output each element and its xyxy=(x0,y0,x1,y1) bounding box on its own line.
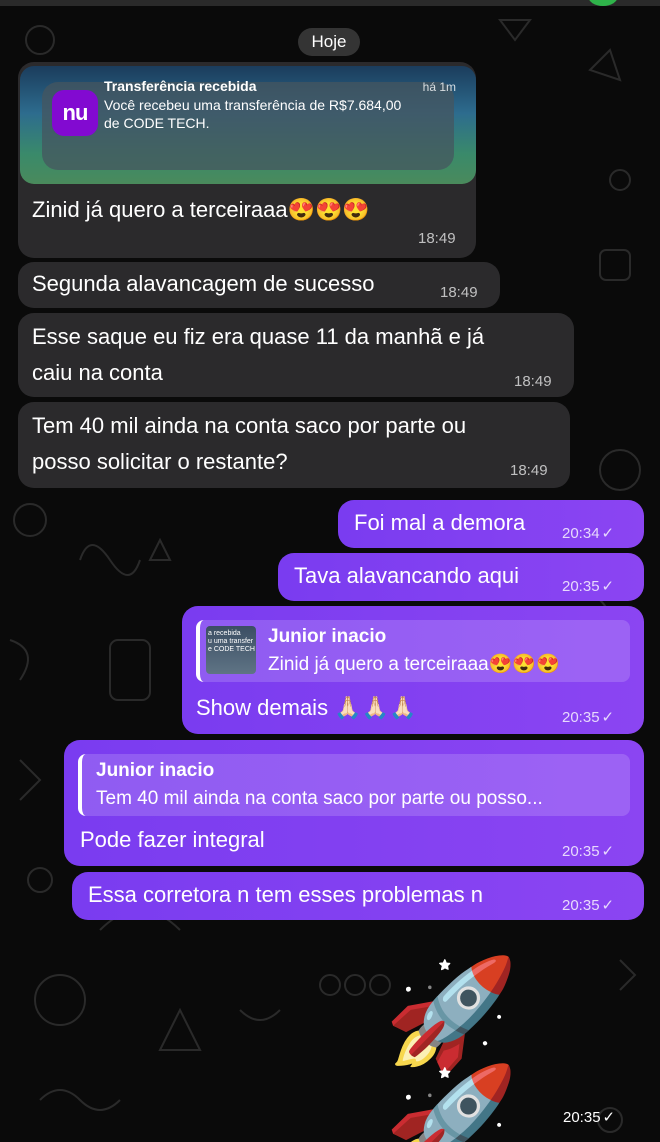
sent-check-icon: ✓ xyxy=(601,709,615,726)
message-time: 18:49 xyxy=(418,230,456,247)
message-text: Zinid já quero a terceiraaa😍😍😍 xyxy=(32,197,370,222)
reply-quote[interactable]: Junior inacio Tem 40 mil ainda na conta … xyxy=(78,754,630,816)
time-value: 20:34 xyxy=(562,525,600,542)
message-time: 18:49 xyxy=(510,462,548,479)
message-incoming[interactable]: Segunda alavancagem de sucesso 18:49 xyxy=(18,262,500,308)
message-time: 18:49 xyxy=(514,373,552,390)
status-strip xyxy=(0,0,660,6)
sent-check-icon: ✓ xyxy=(601,578,615,595)
message-text-line: posso solicitar o restante? xyxy=(32,449,288,474)
message-outgoing[interactable]: a recebida u uma transfer e CODE TECH Ju… xyxy=(182,606,644,734)
date-separator: Hoje xyxy=(298,28,360,56)
reply-text: Tem 40 mil ainda na conta saco por parte… xyxy=(96,788,543,809)
reply-thumbnail: a recebida u uma transfer e CODE TECH xyxy=(206,626,256,674)
message-text-line: Esse saque eu fiz era quase 11 da manhã … xyxy=(32,324,485,349)
message-outgoing[interactable]: Foi mal a demora 20:34 ✓ xyxy=(338,500,644,548)
message-time: 20:35 ✓ xyxy=(562,896,614,914)
message-text: Foi mal a demora xyxy=(354,510,526,535)
notification-time: há 1m xyxy=(422,80,456,94)
notification-title: Transferência recebida xyxy=(104,78,257,94)
message-text: Pode fazer integral xyxy=(80,827,265,852)
message-text: Essa corretora n tem esses problemas n xyxy=(88,882,483,907)
message-incoming[interactable]: Esse saque eu fiz era quase 11 da manhã … xyxy=(18,313,574,397)
message-text: Tava alavancando aqui xyxy=(294,563,520,588)
message-time: 20:35 ✓ xyxy=(562,708,614,726)
message-time: 20:35 ✓ xyxy=(563,1108,615,1126)
message-outgoing[interactable]: Junior inacio Tem 40 mil ainda na conta … xyxy=(64,740,644,866)
message-image[interactable]: nu Transferência recebida há 1m Você rec… xyxy=(20,66,476,184)
message-outgoing[interactable]: Essa corretora n tem esses problemas n 2… xyxy=(72,872,644,920)
time-value: 20:35 xyxy=(562,578,600,595)
sent-check-icon: ✓ xyxy=(602,1109,616,1126)
message-text-line: caiu na conta xyxy=(32,360,163,385)
sent-check-icon: ✓ xyxy=(601,525,615,542)
message-outgoing[interactable]: Tava alavancando aqui 20:35 ✓ xyxy=(278,553,644,601)
time-value: 20:35 xyxy=(562,709,600,726)
reply-quote[interactable]: a recebida u uma transfer e CODE TECH Ju… xyxy=(196,620,630,682)
time-value: 20:35 xyxy=(563,1109,601,1126)
message-text: Show demais 🙏🏻🙏🏻🙏🏻 xyxy=(196,695,417,720)
message-incoming[interactable]: Tem 40 mil ainda na conta saco por parte… xyxy=(18,402,570,488)
sent-check-icon: ✓ xyxy=(601,843,615,860)
message-time: 20:35 ✓ xyxy=(562,842,614,860)
message-time: 18:49 xyxy=(440,284,478,301)
message-text-line: Tem 40 mil ainda na conta saco por parte… xyxy=(32,413,467,438)
message-text: Segunda alavancagem de sucesso xyxy=(32,271,375,296)
time-value: 20:35 xyxy=(562,843,600,860)
notification-body: Você recebeu uma transferência de R$7.68… xyxy=(104,97,402,131)
reply-author: Junior inacio xyxy=(268,626,387,647)
reply-text: Zinid já quero a terceiraaa😍😍😍 xyxy=(268,654,560,675)
nubank-logo: nu xyxy=(52,90,98,136)
message-time: 20:35 ✓ xyxy=(562,577,614,595)
time-value: 20:35 xyxy=(562,897,600,914)
sent-check-icon: ✓ xyxy=(601,897,615,914)
message-time: 20:34 ✓ xyxy=(562,524,614,542)
reply-author: Junior inacio xyxy=(96,760,215,781)
